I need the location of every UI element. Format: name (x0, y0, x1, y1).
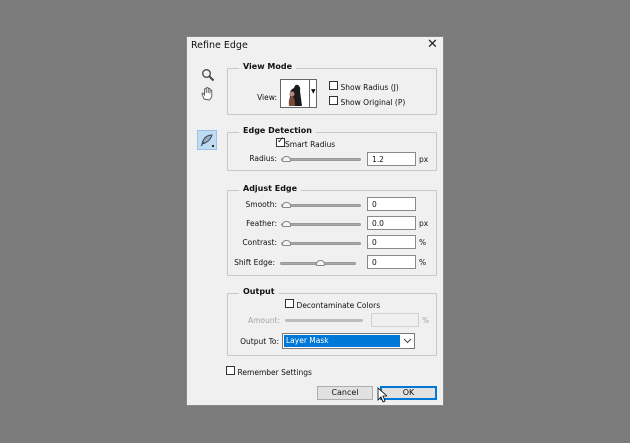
shift-edge-input[interactable]: 0 (367, 255, 416, 269)
feather-label: Feather: (246, 219, 277, 228)
remember-settings-checkbox[interactable]: Remember Settings (226, 366, 312, 377)
view-thumbnail-dropdown[interactable]: ▼ (280, 79, 317, 108)
cancel-button[interactable]: Cancel (317, 386, 373, 400)
contrast-slider-thumb[interactable] (282, 240, 291, 246)
output-label: Output (239, 287, 279, 296)
chevron-down-icon (403, 338, 412, 344)
refine-edge-dialog: Refine Edge ✕ View Mode View: ▼ Show Rad… (186, 36, 444, 406)
smooth-slider-thumb[interactable] (282, 202, 291, 208)
show-original-checkbox[interactable]: Show Original (P) (329, 96, 405, 107)
amount-label: Amount: (248, 316, 280, 325)
smooth-slider[interactable] (281, 204, 361, 207)
view-thumbnail-image (283, 82, 307, 106)
contrast-input[interactable]: 0 (367, 235, 416, 249)
mouse-cursor-icon (377, 387, 387, 403)
view-mode-label: View Mode (239, 62, 297, 71)
smooth-input[interactable]: 0 (367, 197, 416, 211)
close-icon[interactable]: ✕ (427, 37, 438, 52)
show-original-label: Show Original (P) (340, 98, 406, 107)
checkmark-icon: ✓ (277, 136, 285, 146)
output-to-select[interactable]: Layer Mask (282, 333, 415, 349)
refine-radius-brush-icon (200, 134, 214, 147)
adjust-edge-label: Adjust Edge (239, 184, 302, 193)
output-to-label: Output To: (240, 337, 279, 346)
dialog-title: Refine Edge (191, 40, 248, 51)
contrast-label: Contrast: (242, 238, 277, 247)
contrast-slider[interactable] (281, 242, 361, 245)
smart-radius-label: Smart Radius (285, 140, 336, 149)
feather-input[interactable]: 0.0 (367, 216, 416, 230)
shift-edge-unit: % (419, 258, 427, 267)
shift-edge-label: Shift Edge: (234, 258, 275, 267)
zoom-tool-icon[interactable] (201, 68, 215, 82)
shift-edge-slider-thumb[interactable] (316, 260, 325, 266)
contrast-unit: % (419, 238, 427, 247)
radius-label: Radius: (249, 154, 277, 163)
feather-unit: px (419, 219, 429, 228)
smart-radius-checkbox[interactable]: ✓ Smart Radius (276, 136, 336, 149)
output-to-value: Layer Mask (284, 335, 400, 347)
refine-radius-tool-button[interactable] (197, 130, 217, 150)
radius-input[interactable]: 1.2 (367, 152, 416, 166)
view-label: View: (257, 93, 277, 102)
radius-slider-thumb[interactable] (282, 156, 291, 162)
amount-unit: % (422, 316, 430, 325)
feather-slider-thumb[interactable] (282, 221, 291, 227)
amount-input (371, 313, 419, 327)
hand-tool-icon[interactable] (200, 86, 215, 101)
edge-detection-label: Edge Detection (239, 126, 316, 135)
amount-slider (285, 319, 363, 322)
show-radius-label: Show Radius (J) (340, 83, 399, 92)
feather-slider[interactable] (281, 223, 361, 226)
smooth-label: Smooth: (245, 200, 277, 209)
decontaminate-checkbox[interactable]: Decontaminate Colors (285, 299, 380, 310)
ok-button[interactable]: OK (380, 386, 437, 400)
decontaminate-label: Decontaminate Colors (296, 301, 381, 310)
radius-unit: px (419, 155, 429, 164)
radius-slider[interactable] (281, 158, 361, 161)
show-radius-checkbox[interactable]: Show Radius (J) (329, 81, 399, 92)
chevron-down-icon: ▼ (311, 88, 316, 95)
remember-settings-label: Remember Settings (237, 368, 312, 377)
